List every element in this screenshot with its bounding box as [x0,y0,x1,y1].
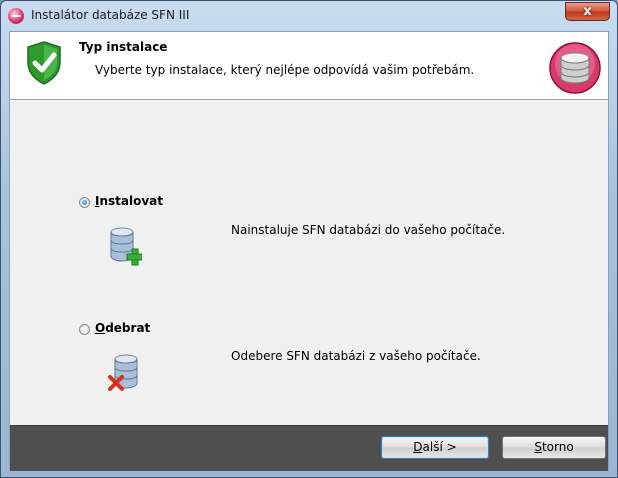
database-remove-icon [108,354,138,391]
cancel-label-rest: torno [541,440,574,454]
wizard-header: Typ instalace Vyberte typ instalace, kte… [10,32,608,100]
next-accel: D [413,440,423,454]
cancel-accel: S [534,440,542,454]
close-icon: x [583,4,592,19]
remove-description: Odebere SFN databázi z vašeho počítače. [231,349,481,363]
cancel-button[interactable]: Storno [502,436,606,459]
close-button[interactable]: x [565,2,610,21]
database-logo-icon [549,42,601,94]
page-subtitle: Vyberte typ instalace, který nejlépe odp… [95,63,475,77]
page-title: Typ instalace [79,40,168,54]
installer-window: Instalátor databáze SFN III x Typ instal… [0,0,618,478]
dialog-client-area: Typ instalace Vyberte typ instalace, kte… [9,31,609,471]
options-panel: Instalovat Nainstaluje SFN databázi do v… [10,100,608,425]
remove-accel: O [95,321,106,335]
app-icon [8,8,24,24]
button-bar: Další > Storno [10,425,608,471]
install-option-label[interactable]: Instalovat [95,194,163,208]
database-add-icon [110,227,142,266]
window-title: Instalátor databáze SFN III [31,8,190,22]
install-label-rest: nstalovat [99,194,164,208]
next-button[interactable]: Další > [381,436,489,459]
next-label-rest: alší > [422,440,457,454]
remove-option-label[interactable]: Odebrat [95,321,150,335]
shield-check-icon [27,41,61,85]
title-bar[interactable]: Instalátor databáze SFN III x [1,1,617,31]
remove-label-rest: debrat [105,321,151,335]
remove-radio[interactable] [79,324,90,335]
install-description: Nainstaluje SFN databázi do vašeho počít… [231,223,506,237]
install-radio[interactable] [79,197,90,208]
